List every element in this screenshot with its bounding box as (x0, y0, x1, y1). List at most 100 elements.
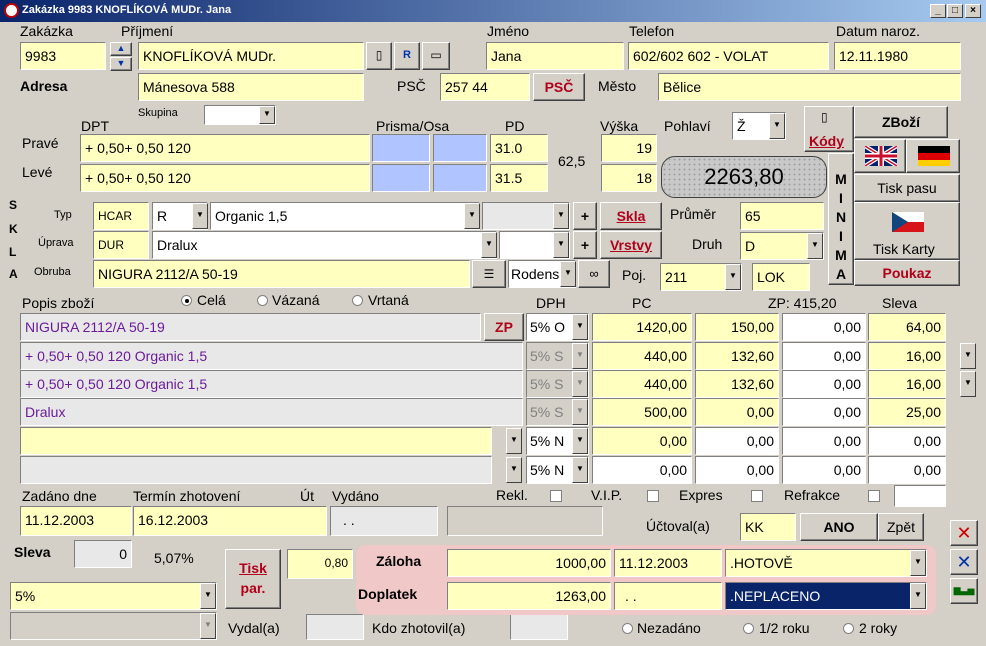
doplatek-field[interactable]: 1263,00 (447, 582, 611, 610)
jmeno-field[interactable]: Jana (486, 42, 624, 70)
leve-vyska-field[interactable]: 18 (601, 164, 657, 192)
doplatek-type-dropdown-icon[interactable] (910, 583, 926, 609)
zbozi-button[interactable]: ZBoží (854, 106, 948, 138)
refrakce-field[interactable] (894, 485, 946, 507)
glasses-icon[interactable]: ∞ (578, 260, 610, 288)
prave-vyska-field[interactable]: 19 (601, 134, 657, 162)
down-arrow-icon[interactable]: ▼ (110, 57, 132, 71)
item-pc[interactable]: 0,00 (592, 456, 692, 484)
lok-field[interactable]: LOK (752, 263, 810, 291)
item-popis[interactable] (20, 456, 492, 484)
zaloha-date-field[interactable]: 11.12.2003 (614, 549, 722, 577)
item-dph-dropdown-icon[interactable] (572, 428, 588, 454)
tisk-karty-button[interactable]: Tisk Karty (854, 202, 960, 260)
document-icon[interactable]: ▯ (366, 42, 392, 70)
item-col3[interactable]: 0,00 (782, 427, 866, 455)
prave-pd-field[interactable]: 31.0 (490, 134, 548, 162)
prijmeni-field[interactable]: KNOFLÍKOVÁ MUDr. (138, 42, 364, 70)
uprava-add-button[interactable]: + (573, 231, 597, 259)
vip-checkbox[interactable] (647, 490, 659, 502)
chart-icon[interactable]: ▆▃▅ (950, 578, 978, 604)
window-icon[interactable]: ▭ (422, 42, 450, 70)
item-col2[interactable]: 0,00 (695, 456, 779, 484)
zp-button[interactable]: ZP (484, 313, 524, 341)
vydal-field[interactable] (306, 614, 364, 640)
minimize-button[interactable]: _ (930, 4, 946, 18)
english-flag-button[interactable] (854, 139, 906, 173)
psc-field[interactable]: 257 44 (440, 73, 530, 101)
row-dropdown-icon[interactable] (960, 343, 976, 369)
delete-icon[interactable]: ✕ (950, 520, 978, 546)
datum-field[interactable]: 12.11.1980 (834, 42, 961, 70)
termin-field[interactable]: 16.12.2003 (133, 506, 327, 536)
item-dph-dropdown-icon[interactable] (572, 314, 588, 340)
radio-vrtana[interactable] (352, 295, 363, 306)
leve-osa-field[interactable] (433, 164, 487, 192)
item-pc[interactable]: 500,00 (592, 398, 692, 426)
bottom-dropdown-icon[interactable] (200, 613, 216, 639)
item-pc[interactable]: 440,00 (592, 370, 692, 398)
telefon-field[interactable]: 602/602 602 - VOLAT (628, 42, 829, 70)
item-col3[interactable]: 0,00 (782, 313, 866, 341)
maximize-button[interactable]: □ (947, 4, 963, 18)
prave-dpt-field[interactable]: + 0,50+ 0,50 120 (80, 134, 370, 162)
radio-dva-roky[interactable] (843, 623, 854, 634)
item-popis[interactable]: + 0,50+ 0,50 120 Organic 1,5 (20, 370, 523, 398)
poj-dropdown-icon[interactable] (725, 264, 741, 290)
uprava-dropdown-icon[interactable] (481, 232, 497, 258)
radio-nezadano[interactable] (622, 623, 633, 634)
item-pc[interactable]: 440,00 (592, 342, 692, 370)
kdo-field[interactable] (510, 614, 568, 640)
typ-name-select[interactable]: Organic 1,5 (210, 202, 480, 230)
list-icon[interactable]: ☰ (472, 260, 506, 288)
koeficient-field[interactable]: 0,80 (287, 549, 353, 579)
skla-button[interactable]: Skla (600, 202, 662, 230)
typ-code-field[interactable]: HCAR (93, 202, 149, 230)
item-sleva[interactable]: 25,00 (868, 398, 946, 426)
poukaz-button[interactable]: Poukaz (854, 260, 960, 286)
tisk-par-button[interactable]: Tisk par. (225, 549, 281, 609)
tisk-pasu-button[interactable]: Tisk pasu (854, 174, 960, 202)
item-popis-dropdown-icon[interactable] (506, 457, 522, 483)
leve-pd-field[interactable]: 31.5 (490, 164, 548, 192)
item-sleva[interactable]: 0,00 (868, 427, 946, 455)
pohlavi-dropdown-icon[interactable] (769, 113, 785, 139)
uprava-code-field[interactable]: DUR (93, 231, 149, 259)
uprava-extra-dropdown-icon[interactable] (553, 232, 569, 258)
item-popis[interactable]: Dralux (20, 398, 523, 426)
sleva-select[interactable]: 5% (10, 582, 217, 610)
doplatek-date-field[interactable]: . . (614, 582, 722, 610)
radio-pul-roku[interactable] (743, 623, 754, 634)
card-icon[interactable]: R (394, 42, 420, 70)
typ-name-dropdown-icon[interactable] (464, 203, 480, 229)
skupina-dropdown-icon[interactable] (259, 106, 275, 124)
uprava-name-select[interactable]: Dralux (152, 231, 497, 259)
uctoval-field[interactable]: KK (740, 513, 796, 541)
typ-r-dropdown-icon[interactable] (192, 203, 208, 229)
item-dph-dropdown-icon[interactable] (572, 457, 588, 483)
rekl-checkbox[interactable] (550, 490, 562, 502)
zadano-field[interactable]: 11.12.2003 (20, 506, 132, 536)
item-col2[interactable]: 0,00 (695, 398, 779, 426)
zpet-button[interactable]: Zpět (878, 513, 924, 541)
zaloha-type-dropdown-icon[interactable] (910, 550, 926, 576)
item-pc[interactable]: 0,00 (592, 427, 692, 455)
zaloha-field[interactable]: 1000,00 (447, 549, 611, 577)
leve-dpt-field[interactable]: + 0,50+ 0,50 120 (80, 164, 370, 192)
minima-button[interactable]: M I N I M A (828, 153, 854, 285)
vrstvy-button[interactable]: Vrstvy (600, 231, 662, 259)
cancel-icon[interactable]: ✕ (950, 549, 978, 575)
item-col2[interactable]: 150,00 (695, 313, 779, 341)
psc-button[interactable]: PSČ (533, 73, 585, 101)
up-arrow-icon[interactable]: ▲ (110, 42, 132, 56)
prave-osa-field[interactable] (433, 134, 487, 162)
item-sleva[interactable]: 16,00 (868, 342, 946, 370)
item-sleva[interactable]: 16,00 (868, 370, 946, 398)
sleva-value-field[interactable]: 0 (74, 540, 132, 568)
prumer-field[interactable]: 65 (740, 202, 824, 230)
item-sleva[interactable]: 0,00 (868, 456, 946, 484)
typ-extra-dropdown-icon[interactable] (553, 203, 569, 229)
typ-add-button[interactable]: + (573, 202, 597, 230)
mesto-field[interactable]: Bělice (658, 73, 961, 101)
item-col3[interactable]: 0,00 (782, 456, 866, 484)
